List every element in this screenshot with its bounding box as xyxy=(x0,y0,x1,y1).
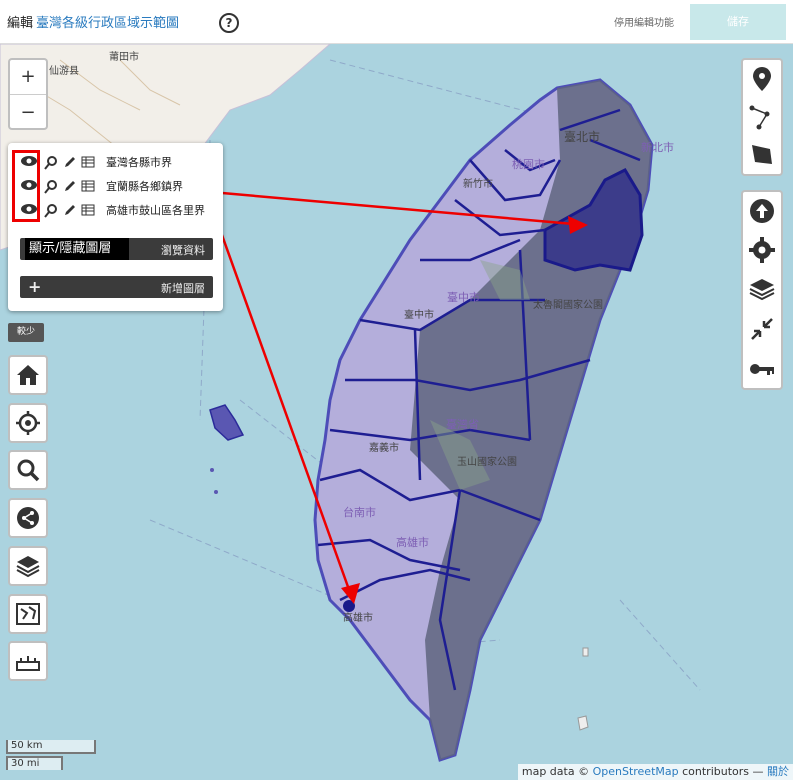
polygon-icon[interactable] xyxy=(747,140,777,170)
east-islets xyxy=(577,647,589,731)
table-icon[interactable] xyxy=(81,156,95,168)
embed-map-icon xyxy=(16,603,40,625)
map-label-tainan: 台南市 xyxy=(343,506,376,519)
map-label-new-taipei: 新北市 xyxy=(641,141,674,154)
eye-highlight-box xyxy=(12,150,40,222)
map-label-taipei: 臺北市 xyxy=(564,130,601,144)
measure-button[interactable] xyxy=(8,641,48,681)
attribution-suffix: contributors — xyxy=(682,765,764,778)
layer-name: 宜蘭縣各鄉鎮界 xyxy=(106,180,183,193)
map-label-yushan: 玉山國家公園 xyxy=(457,457,517,468)
map-label-taroko: 太魯閣國家公園 xyxy=(533,300,603,311)
search-button[interactable] xyxy=(8,450,48,490)
annotation-label: 顯示/隱藏圖層 xyxy=(25,238,129,260)
osm-link[interactable]: OpenStreetMap xyxy=(593,765,679,778)
map-label-taoyuan: 桃園市 xyxy=(512,158,545,171)
measure-icon xyxy=(16,656,40,671)
attribution-prefix: map data © xyxy=(521,765,590,778)
top-bar: 編輯 臺灣各級行政區域示範圖 ? 停用編輯功能 儲存 xyxy=(0,0,793,44)
map-label-chiayi: 嘉義市 xyxy=(369,443,399,454)
upload-icon[interactable] xyxy=(747,196,777,226)
disable-edit-button[interactable]: 停用編輯功能 xyxy=(614,14,674,29)
about-link[interactable]: 關於 xyxy=(767,765,789,778)
browse-data-label: 瀏覽資料 xyxy=(161,244,205,257)
layers-icon xyxy=(16,556,40,578)
map-label-hsinchu: 新竹市 xyxy=(463,179,493,190)
map-label-kaohsiung: 高雄市 xyxy=(396,536,429,549)
locate-icon xyxy=(16,411,40,435)
settings-icon[interactable] xyxy=(747,235,777,265)
attribution: map data © OpenStreetMap contributors — … xyxy=(517,764,793,780)
draw-toolbar xyxy=(741,58,783,176)
map-label-taichung-city: 臺中市 xyxy=(404,310,434,321)
polyline-icon[interactable] xyxy=(747,102,777,132)
layer-row: 高雄市鼓山區各里界 xyxy=(20,200,220,222)
layers-stack-icon[interactable] xyxy=(747,275,777,305)
layers-panel: 臺灣各縣市界 宜蘭縣各鄉鎮界 高雄市鼓山區各里界 瀏覽資料 + 新增圖層 xyxy=(8,143,223,311)
add-layer-label: 新增圖層 xyxy=(161,282,205,295)
layer-row: 臺灣各縣市界 xyxy=(20,152,220,174)
share-button[interactable] xyxy=(8,498,48,538)
key-icon[interactable] xyxy=(747,354,777,384)
penghu-islet xyxy=(210,468,214,472)
map-label-kaohsiung-small: 高雄市 xyxy=(343,613,373,624)
zoom-in-button[interactable]: + xyxy=(13,62,43,92)
save-button[interactable]: 儲存 xyxy=(690,4,786,40)
marker-icon[interactable] xyxy=(747,64,777,94)
map-label-putian: 莆田市 xyxy=(109,52,139,63)
zoom-to-layer-icon[interactable] xyxy=(44,180,58,194)
layer-name: 高雄市鼓山區各里界 xyxy=(106,204,205,217)
zoom-divider xyxy=(10,94,46,95)
zoom-control: + − xyxy=(8,58,48,130)
edit-label: 編輯 xyxy=(7,16,34,31)
home-button[interactable] xyxy=(8,355,48,395)
edit-layer-icon[interactable] xyxy=(63,155,77,169)
penghu-islands xyxy=(209,404,245,441)
share-icon xyxy=(17,507,39,529)
scale-mi: 30 mi xyxy=(6,756,63,770)
zoom-to-layer-icon[interactable] xyxy=(44,204,58,218)
penghu-islet xyxy=(214,490,218,494)
help-icon[interactable]: ? xyxy=(219,13,239,33)
zoom-out-button[interactable]: − xyxy=(13,98,43,128)
map-label-xianyou: 仙游县 xyxy=(49,66,79,77)
embed-map-button[interactable] xyxy=(8,594,48,634)
layer-row: 宜蘭縣各鄉鎮界 xyxy=(20,176,220,198)
less-button[interactable]: 較少 xyxy=(8,323,44,342)
table-icon[interactable] xyxy=(81,180,95,192)
add-layer-button[interactable]: + 新增圖層 xyxy=(20,276,213,298)
tools-toolbar xyxy=(741,190,783,390)
zoom-to-layer-icon[interactable] xyxy=(44,156,58,170)
edit-layer-icon[interactable] xyxy=(63,203,77,217)
table-icon[interactable] xyxy=(81,204,95,216)
edit-layer-icon[interactable] xyxy=(63,179,77,193)
locate-button[interactable] xyxy=(8,403,48,443)
collapse-icon[interactable] xyxy=(747,314,777,344)
map-title[interactable]: 臺灣各級行政區域示範圖 xyxy=(36,12,179,31)
plus-icon: + xyxy=(28,277,42,296)
scale-km: 50 km xyxy=(6,740,96,754)
search-icon xyxy=(17,459,40,482)
home-icon xyxy=(17,365,39,385)
layers-button[interactable] xyxy=(8,546,48,586)
map-label-taiwan-province: 臺灣省 xyxy=(446,418,479,431)
map-label-taichung: 臺中市 xyxy=(447,291,480,304)
layer-name: 臺灣各縣市界 xyxy=(106,156,172,169)
